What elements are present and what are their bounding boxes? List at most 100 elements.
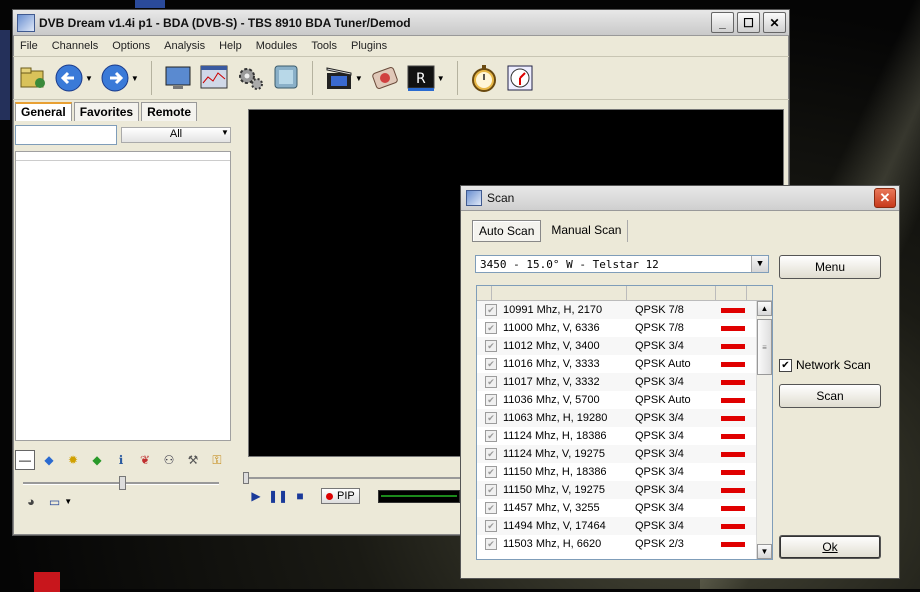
table-row[interactable]: ✔ 11503 Mhz, H, 6620 QPSK 2/3 bbox=[477, 535, 772, 553]
tools-icon[interactable]: ⚒ bbox=[183, 450, 203, 470]
recording-button[interactable] bbox=[323, 62, 355, 94]
aspect-icon[interactable]: ▭ bbox=[49, 495, 60, 509]
column-header[interactable] bbox=[477, 286, 492, 300]
scroll-thumb[interactable]: ≡ bbox=[757, 319, 772, 375]
row-checkbox[interactable]: ✔ bbox=[485, 466, 497, 478]
diamond-blue-icon[interactable]: ◆ bbox=[39, 450, 59, 470]
transponder-list[interactable]: ✔ 10991 Mhz, H, 2170 QPSK 7/8 ✔ 11000 Mhz, V… bbox=[476, 285, 773, 560]
table-row[interactable]: ✔ 11063 Mhz, H, 19280 QPSK 3/4 bbox=[477, 409, 772, 427]
info-icon[interactable]: ℹ bbox=[111, 450, 131, 470]
row-checkbox[interactable]: ✔ bbox=[485, 502, 497, 514]
channel-filter-select[interactable]: All ▼ bbox=[121, 127, 231, 143]
column-header[interactable] bbox=[716, 286, 747, 300]
speaker-icon[interactable]: ◕ bbox=[27, 494, 35, 509]
slider-thumb[interactable] bbox=[119, 476, 126, 490]
table-row[interactable]: ✔ 11016 Mhz, V, 3333 QPSK Auto bbox=[477, 355, 772, 373]
desktop-icon[interactable] bbox=[135, 0, 165, 8]
screen-button[interactable] bbox=[270, 62, 302, 94]
network-scan-checkbox[interactable]: ✔ bbox=[779, 358, 792, 372]
key-icon[interactable]: ⚿ bbox=[207, 450, 227, 470]
row-checkbox[interactable]: ✔ bbox=[485, 484, 497, 496]
tab-auto-scan[interactable]: Auto Scan bbox=[472, 220, 542, 242]
row-checkbox[interactable]: ✔ bbox=[485, 358, 497, 370]
column-header[interactable] bbox=[627, 286, 716, 300]
table-row[interactable]: ✔ 11012 Mhz, V, 3400 QPSK 3/4 bbox=[477, 337, 772, 355]
forward-button[interactable] bbox=[99, 62, 131, 94]
tab-favorites[interactable]: Favorites bbox=[73, 102, 140, 121]
table-row[interactable]: ✔ 11150 Mhz, H, 18386 QPSK 3/4 bbox=[477, 463, 772, 481]
scroll-up-icon[interactable]: ▲ bbox=[757, 301, 772, 316]
row-checkbox[interactable]: ✔ bbox=[485, 412, 497, 424]
menu-channels[interactable]: Channels bbox=[45, 40, 105, 52]
play-icon[interactable]: ▶ bbox=[247, 488, 265, 504]
table-row[interactable]: ✔ 11000 Mhz, V, 6336 QPSK 7/8 bbox=[477, 319, 772, 337]
tab-manual-scan[interactable]: Manual Scan bbox=[545, 220, 629, 242]
epg-button[interactable] bbox=[504, 62, 536, 94]
menu-options[interactable]: Options bbox=[105, 40, 157, 52]
transponder-scrollbar[interactable]: ▲ ≡ ▼ bbox=[756, 301, 772, 559]
row-checkbox[interactable]: ✔ bbox=[485, 304, 497, 316]
row-checkbox[interactable]: ✔ bbox=[485, 340, 497, 352]
radiation-icon[interactable]: ✹ bbox=[63, 450, 83, 470]
desktop-icon[interactable] bbox=[0, 30, 10, 120]
monitor-button[interactable] bbox=[162, 62, 194, 94]
channel-list[interactable] bbox=[15, 151, 231, 441]
row-checkbox[interactable]: ✔ bbox=[485, 376, 497, 388]
chevron-down-icon[interactable]: ▼ bbox=[64, 497, 72, 506]
main-titlebar[interactable]: DVB Dream v1.4i p1 - BDA (DVB-S) - TBS 8… bbox=[13, 10, 789, 36]
column-header[interactable] bbox=[492, 286, 627, 300]
row-checkbox[interactable]: ✔ bbox=[485, 394, 497, 406]
users-icon[interactable]: ⚇ bbox=[159, 450, 179, 470]
maximize-button[interactable]: ☐ bbox=[737, 12, 760, 33]
table-row[interactable]: ✔ 11457 Mhz, V, 3255 QPSK 3/4 bbox=[477, 499, 772, 517]
scan-close-button[interactable]: ✕ bbox=[874, 188, 896, 208]
butterfly-icon[interactable]: ❦ bbox=[135, 450, 155, 470]
scroll-down-icon[interactable]: ▼ bbox=[757, 544, 772, 559]
volume-slider[interactable] bbox=[23, 476, 219, 490]
tab-remote[interactable]: Remote bbox=[141, 102, 198, 121]
row-checkbox[interactable]: ✔ bbox=[485, 520, 497, 532]
table-row[interactable]: ✔ 11150 Mhz, V, 19275 QPSK 3/4 bbox=[477, 481, 772, 499]
table-row[interactable]: ✔ 11036 Mhz, V, 5700 QPSK Auto bbox=[477, 391, 772, 409]
row-checkbox[interactable]: ✔ bbox=[485, 448, 497, 460]
menu-help[interactable]: Help bbox=[212, 40, 249, 52]
table-row[interactable]: ✔ 11017 Mhz, V, 3332 QPSK 3/4 bbox=[477, 373, 772, 391]
pause-icon[interactable]: ❚❚ bbox=[268, 488, 288, 504]
network-scan-option[interactable]: ✔ Network Scan bbox=[779, 358, 871, 372]
table-row[interactable]: ✔ 11124 Mhz, V, 19275 QPSK 3/4 bbox=[477, 445, 772, 463]
menu-analysis[interactable]: Analysis bbox=[157, 40, 212, 52]
row-checkbox[interactable]: ✔ bbox=[485, 430, 497, 442]
stop-icon[interactable]: ■ bbox=[291, 488, 309, 504]
analyzer-button[interactable] bbox=[198, 62, 230, 94]
table-row[interactable]: ✔ 11494 Mhz, V, 17464 QPSK 3/4 bbox=[477, 517, 772, 535]
record-button[interactable]: R bbox=[405, 62, 437, 94]
tab-general[interactable]: General bbox=[15, 102, 72, 121]
table-row[interactable]: ✔ 10991 Mhz, H, 2170 QPSK 7/8 bbox=[477, 301, 772, 319]
menu-file[interactable]: File bbox=[13, 40, 45, 52]
chevron-down-icon[interactable]: ▼ bbox=[437, 74, 445, 83]
diamond-green-icon[interactable]: ◆ bbox=[87, 450, 107, 470]
collapse-button[interactable]: — bbox=[15, 450, 35, 470]
scan-titlebar[interactable]: Scan ✕ bbox=[461, 186, 899, 211]
desktop-pdf-icon[interactable] bbox=[34, 572, 60, 592]
pip-button[interactable]: PIP bbox=[321, 488, 360, 504]
row-checkbox[interactable]: ✔ bbox=[485, 322, 497, 334]
back-button[interactable] bbox=[53, 62, 85, 94]
menu-button[interactable]: Menu bbox=[779, 255, 881, 279]
close-button[interactable]: ✕ bbox=[763, 12, 786, 33]
menu-modules[interactable]: Modules bbox=[249, 40, 305, 52]
seek-thumb[interactable] bbox=[243, 472, 249, 484]
minimize-button[interactable]: _ bbox=[711, 12, 734, 33]
chevron-down-icon[interactable]: ▼ bbox=[85, 74, 93, 83]
delete-button[interactable] bbox=[369, 62, 401, 94]
scan-button[interactable]: Scan bbox=[779, 384, 881, 408]
satellite-select[interactable]: 3450 - 15.0° W - Telstar 12 ▼ bbox=[475, 255, 769, 273]
settings-button[interactable] bbox=[234, 62, 266, 94]
chevron-down-icon[interactable]: ▼ bbox=[355, 74, 363, 83]
table-row[interactable]: ✔ 11124 Mhz, H, 18386 QPSK 3/4 bbox=[477, 427, 772, 445]
chevron-down-icon[interactable]: ▼ bbox=[131, 74, 139, 83]
open-folder-button[interactable] bbox=[17, 62, 49, 94]
timer-button[interactable] bbox=[468, 62, 500, 94]
menu-plugins[interactable]: Plugins bbox=[344, 40, 394, 52]
row-checkbox[interactable]: ✔ bbox=[485, 538, 497, 550]
